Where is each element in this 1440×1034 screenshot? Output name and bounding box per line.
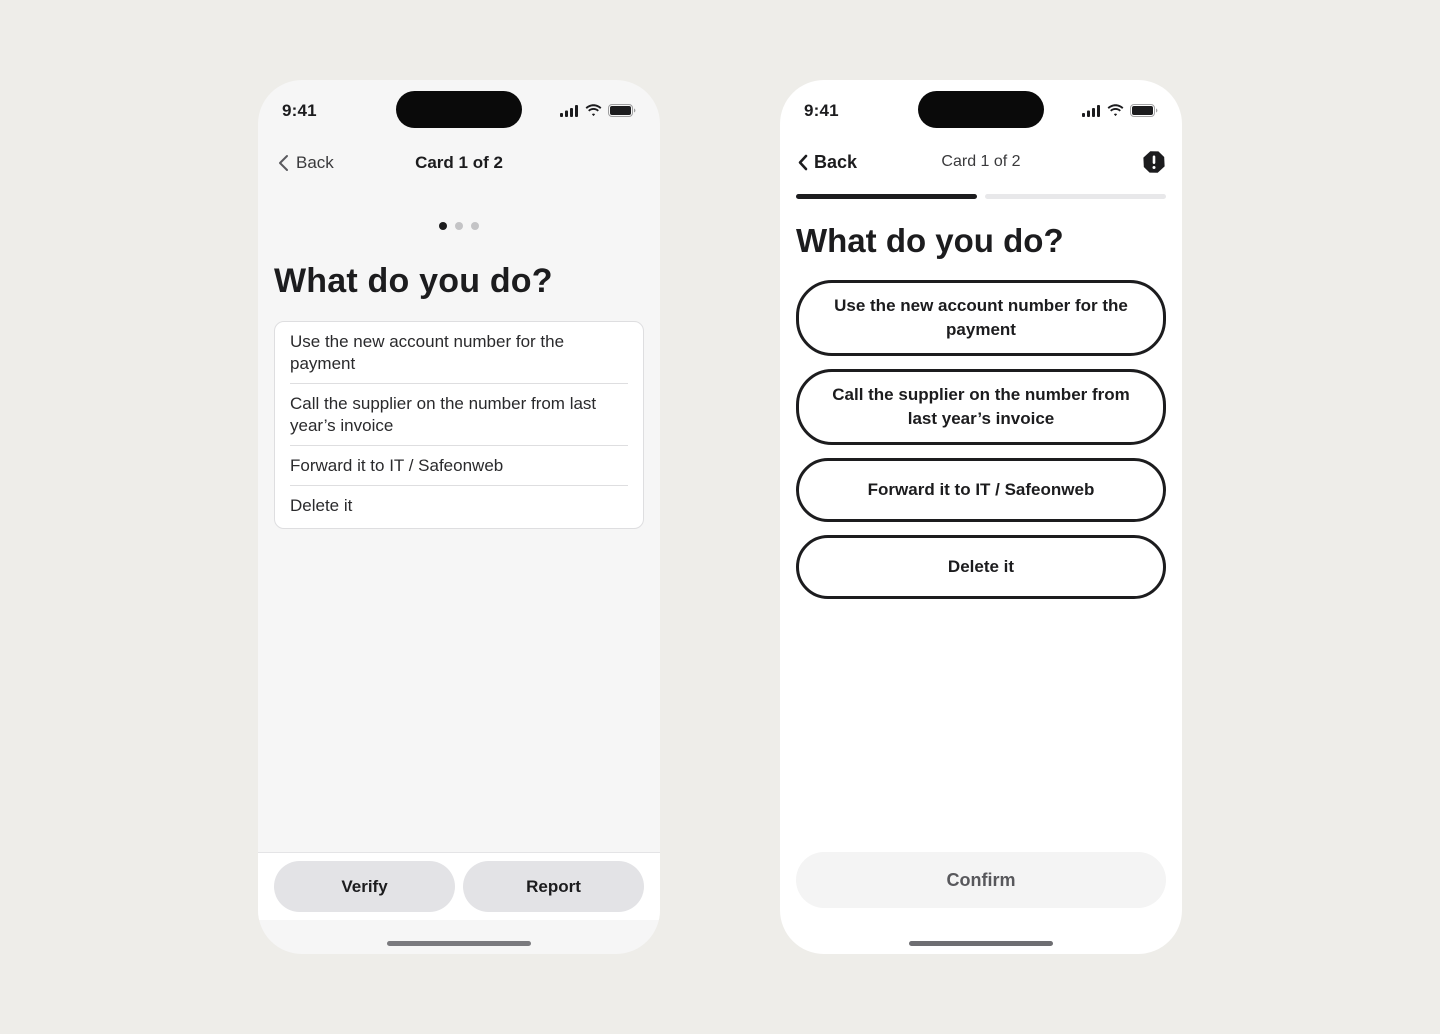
phone-list-variant: 9:41 Back Card 1 of 2 What do you do? Us… — [258, 80, 660, 954]
progress-segment — [796, 194, 977, 199]
page-dot — [455, 222, 463, 230]
option-new-account[interactable]: Use the new account number for the payme… — [290, 322, 628, 384]
status-bar: 9:41 — [780, 80, 1182, 140]
question-heading: What do you do? — [796, 222, 1064, 259]
home-indicator — [909, 941, 1053, 946]
nav-title: Card 1 of 2 — [941, 153, 1021, 170]
wifi-icon — [1107, 104, 1124, 117]
page-dot — [439, 222, 447, 230]
option-forward-it-button[interactable]: Forward it to IT / Safeonweb — [796, 458, 1166, 522]
status-bar: 9:41 — [258, 80, 660, 140]
option-call-supplier[interactable]: Call the supplier on the number from las… — [290, 384, 628, 446]
nav-title: Card 1 of 2 — [415, 153, 503, 172]
option-forward-it[interactable]: Forward it to IT / Safeonweb — [290, 446, 628, 486]
options-list: Use the new account number for the payme… — [274, 321, 644, 529]
phone-button-variant: 9:41 Back Card 1 of 2 What do you do? Us… — [780, 80, 1182, 954]
verify-button[interactable]: Verify — [274, 861, 455, 912]
page-indicator — [258, 222, 660, 230]
confirm-button[interactable]: Confirm — [796, 852, 1166, 908]
report-button[interactable]: Report — [463, 861, 644, 912]
progress-bar — [796, 194, 1166, 200]
option-call-supplier-button[interactable]: Call the supplier on the number from las… — [796, 369, 1166, 445]
options-group: Use the new account number for the payme… — [796, 280, 1166, 599]
status-time: 9:41 — [282, 101, 317, 120]
dynamic-island — [918, 91, 1044, 128]
dynamic-island — [396, 91, 522, 128]
status-time: 9:41 — [804, 101, 839, 120]
nav-bar: Back Card 1 of 2 — [780, 150, 1182, 178]
option-delete-button[interactable]: Delete it — [796, 535, 1166, 599]
status-icons — [1082, 104, 1158, 117]
question-heading: What do you do? — [274, 262, 553, 300]
home-indicator — [387, 941, 531, 946]
battery-icon — [608, 104, 636, 117]
cellular-signal-icon — [560, 104, 578, 117]
page-dot — [471, 222, 479, 230]
progress-segment — [985, 194, 1166, 199]
wifi-icon — [585, 104, 602, 117]
nav-bar: Back Card 1 of 2 — [258, 150, 660, 178]
cellular-signal-icon — [1082, 104, 1100, 117]
option-new-account-button[interactable]: Use the new account number for the payme… — [796, 280, 1166, 356]
bottom-action-bar: Verify Report — [258, 852, 660, 920]
battery-icon — [1130, 104, 1158, 117]
alert-icon[interactable] — [1142, 150, 1166, 174]
status-icons — [560, 104, 636, 117]
option-delete[interactable]: Delete it — [290, 486, 628, 528]
